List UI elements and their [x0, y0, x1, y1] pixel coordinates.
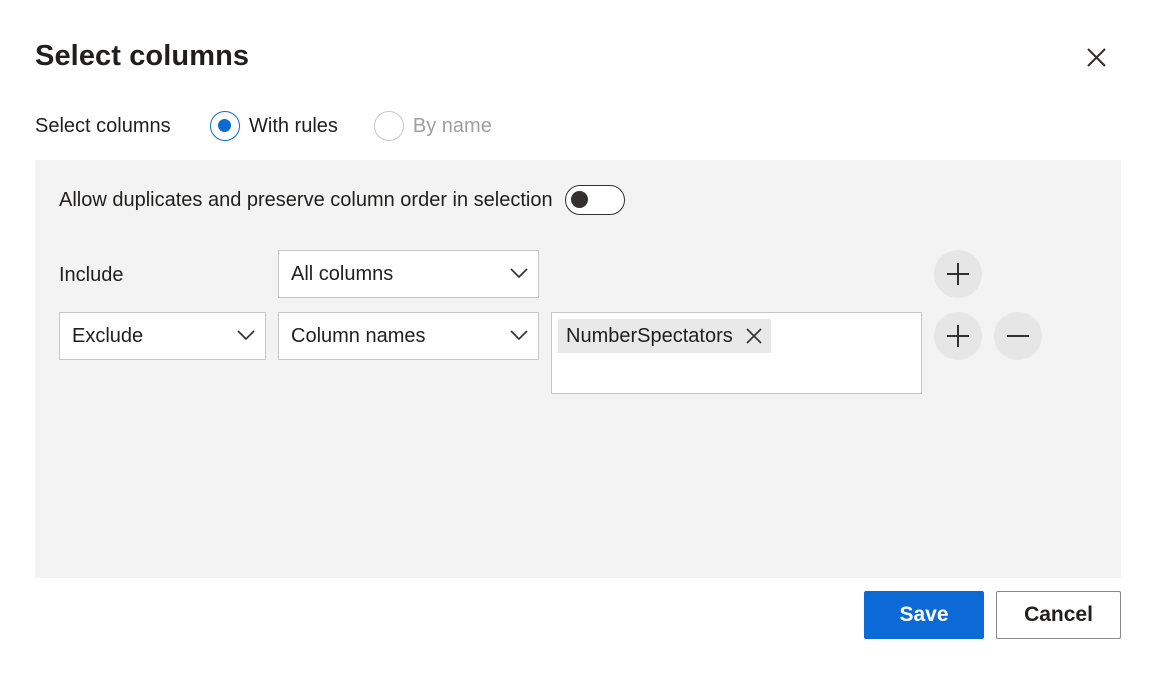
column-tag-label: NumberSpectators	[566, 324, 733, 347]
duplicates-toggle-label: Allow duplicates and preserve column ord…	[59, 188, 553, 211]
close-icon	[746, 328, 762, 344]
rule-2-selector-dropdown[interactable]: Column names	[278, 312, 539, 360]
close-icon	[1087, 48, 1106, 67]
duplicates-toggle[interactable]	[564, 185, 625, 215]
radio-indicator	[373, 111, 404, 141]
radio-by-name-label: By name	[412, 114, 492, 137]
rule-1-selector-value: All columns	[291, 262, 394, 285]
radio-with-rules-label: With rules	[249, 114, 338, 137]
duplicates-toggle-row: Allow duplicates and preserve column ord…	[59, 185, 625, 215]
rules-panel: Allow duplicates and preserve column ord…	[35, 160, 1121, 578]
dialog-title: Select columns	[35, 40, 250, 72]
toggle-knob	[570, 191, 588, 208]
chevron-down-icon	[237, 330, 255, 341]
add-rule-button[interactable]	[934, 312, 982, 360]
radio-by-name[interactable]: By name	[373, 111, 492, 141]
add-rule-button[interactable]	[934, 250, 982, 298]
column-tag: NumberSpectators	[558, 319, 771, 353]
rule-include-label: Include	[59, 264, 124, 286]
minus-icon	[1007, 335, 1029, 337]
rule-2-type-dropdown[interactable]: Exclude	[59, 312, 266, 360]
rule-1-selector-dropdown[interactable]: All columns	[278, 250, 539, 298]
cancel-button[interactable]: Cancel	[996, 591, 1121, 639]
save-button[interactable]: Save	[864, 591, 984, 639]
chevron-down-icon	[510, 330, 528, 341]
plus-icon	[947, 263, 969, 285]
remove-rule-button[interactable]	[994, 312, 1042, 360]
rule-2-selector-value: Column names	[291, 324, 426, 347]
rule-2-type-value: Exclude	[72, 324, 144, 347]
close-button[interactable]	[1081, 42, 1113, 74]
chevron-down-icon	[510, 268, 528, 279]
selection-mode-label: Select columns	[35, 114, 171, 137]
select-columns-dialog: Select columns Select columns With rules…	[0, 0, 1155, 674]
column-names-tag-input[interactable]: NumberSpectators	[551, 312, 922, 394]
radio-with-rules[interactable]: With rules	[210, 111, 338, 141]
remove-tag-button[interactable]	[745, 327, 763, 345]
radio-indicator-checked	[210, 111, 240, 141]
selection-mode-row: Select columns With rules By name	[35, 110, 492, 142]
plus-icon	[947, 325, 969, 347]
